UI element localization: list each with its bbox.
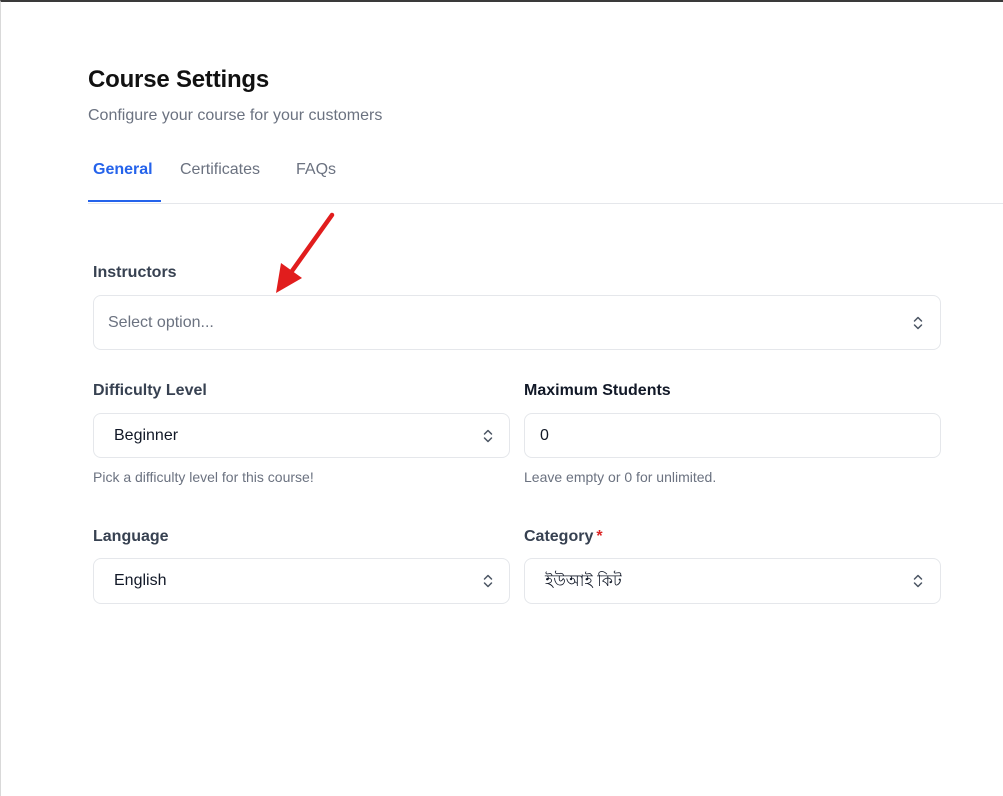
chevron-up-down-icon [483,429,493,442]
chevron-up-down-icon [913,316,923,329]
language-value: English [114,572,167,589]
max-students-label: Maximum Students [524,382,671,399]
max-students-help: Leave empty or 0 for unlimited. [524,469,717,485]
page-subtitle: Configure your course for your customers [88,107,383,124]
chevron-up-down-icon [483,574,493,588]
settings-tabs: General Certificates FAQs [88,152,1003,204]
instructors-select[interactable]: Select option... [93,295,941,350]
category-label-text: Category [524,528,594,545]
difficulty-value: Beginner [114,426,179,444]
category-label: Category * [524,528,603,546]
page-title: Course Settings [88,66,270,93]
difficulty-label: Difficulty Level [93,382,207,399]
instructors-placeholder: Select option... [108,313,214,331]
max-students-value: 0 [540,426,549,444]
tab-certificates[interactable]: Certificates [180,152,260,202]
category-value: ইউআই কিট [545,572,622,590]
red-arrow-icon [276,212,335,293]
tab-general[interactable]: General [88,152,161,202]
language-select[interactable]: English [93,558,510,604]
language-label: Language [93,528,169,545]
required-marker: * [596,528,603,545]
difficulty-help: Pick a difficulty level for this course! [93,469,314,485]
instructors-label: Instructors [93,264,177,281]
app-frame: Course Settings Configure your course fo… [0,0,1003,796]
difficulty-select[interactable]: Beginner [93,413,510,458]
chevron-up-down-icon [913,574,923,588]
max-students-input[interactable]: 0 [524,413,941,458]
tab-faqs[interactable]: FAQs [296,152,336,202]
category-select[interactable]: ইউআই কিট [524,558,941,604]
